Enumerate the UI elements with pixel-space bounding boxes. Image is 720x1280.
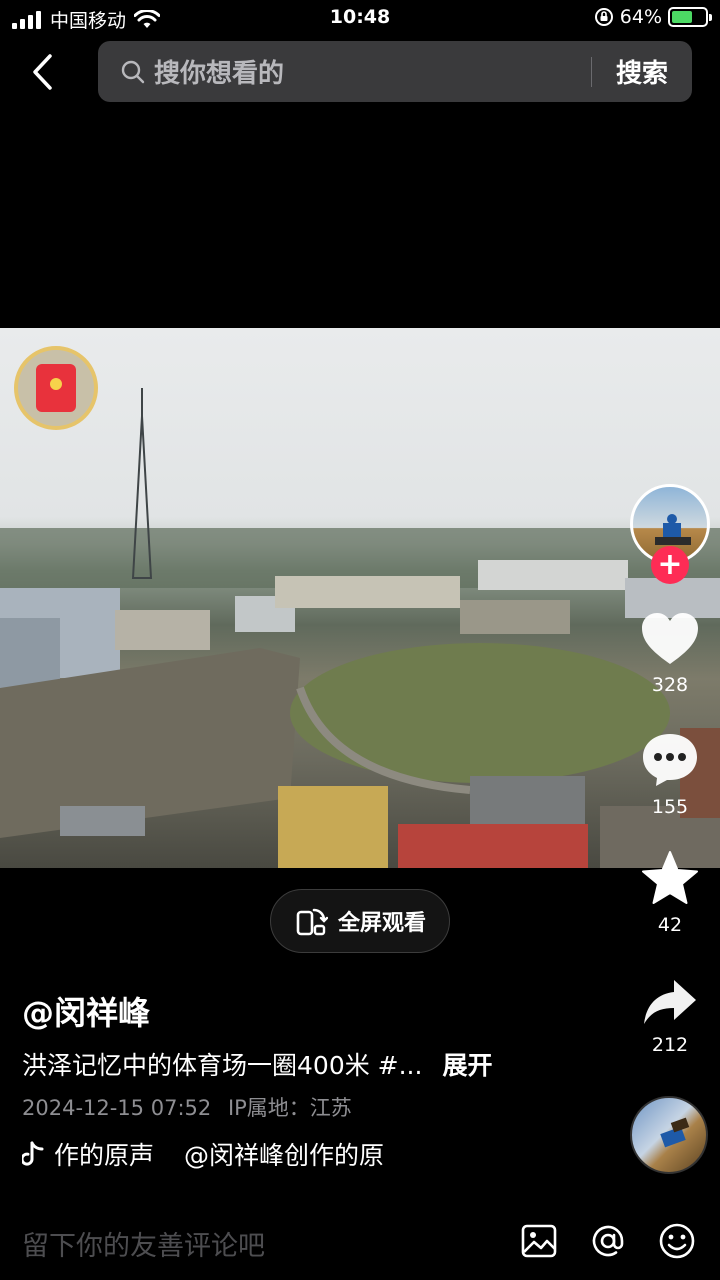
music-info[interactable]: 作的原声 @闵祥峰创作的原 [22,1136,432,1172]
star-icon [642,851,698,904]
favorite-count: 42 [657,914,683,936]
heart-icon [642,613,698,664]
music-cover-image [660,1117,690,1148]
plus-icon: + [657,547,683,582]
comment-count: 155 [651,796,689,818]
video-player[interactable] [0,328,720,868]
orientation-lock-icon [594,8,613,26]
like-count: 328 [651,674,689,696]
comment-input[interactable]: 留下你的友善评论吧 [22,1224,265,1263]
rotate-screen-icon [296,908,328,936]
share-arrow-icon [644,980,696,1024]
author-name[interactable]: @闵祥峰 [22,988,150,1034]
battery-level [672,11,693,23]
music-title: 作的原声 [54,1141,155,1170]
back-button[interactable] [22,50,62,94]
music-source: @闵祥峰创作的原 [184,1141,385,1170]
red-packet-button[interactable] [14,346,98,430]
comment-icon [643,734,697,786]
fullscreen-label: 全屏观看 [337,911,426,936]
image-icon[interactable] [520,1222,558,1260]
search-button[interactable]: 搜索 [592,53,692,90]
mention-icon[interactable] [589,1222,627,1260]
fullscreen-button[interactable]: 全屏观看 [270,889,450,953]
chevron-left-icon [33,54,52,90]
description-text: 洪泽记忆中的体育场一圈400米 #... [22,1051,423,1080]
search-bar[interactable]: 搜你想看的 搜索 [98,41,692,102]
share-button[interactable]: 212 [630,978,710,1056]
post-meta: 2024-12-15 07:52 IP属地：江苏 [22,1092,352,1122]
search-input[interactable]: 搜你想看的 [154,53,591,90]
battery-icon [668,7,712,27]
ip-location: IP属地：江苏 [227,1096,352,1120]
like-button[interactable]: 328 [630,612,710,696]
battery-percent: 64% [619,6,662,28]
status-bar: 中国移动 10:48 64% [0,0,720,36]
red-envelope-icon [36,364,76,412]
status-right: 64% [594,6,712,28]
music-note-icon [22,1141,44,1166]
favorite-button[interactable]: 42 [630,850,710,936]
post-date: 2024-12-15 07:52 [22,1096,212,1120]
music-disc[interactable] [630,1096,708,1174]
follow-button[interactable]: + [651,546,689,584]
search-icon [121,60,145,83]
video-frame [0,388,720,868]
expand-button[interactable]: 展开 [442,1051,492,1080]
comment-button[interactable]: 155 [630,732,710,818]
post-description: 洪泽记忆中的体育场一圈400米 #... 展开 [22,1046,492,1082]
share-count: 212 [651,1034,689,1056]
emoji-icon[interactable] [658,1222,696,1260]
